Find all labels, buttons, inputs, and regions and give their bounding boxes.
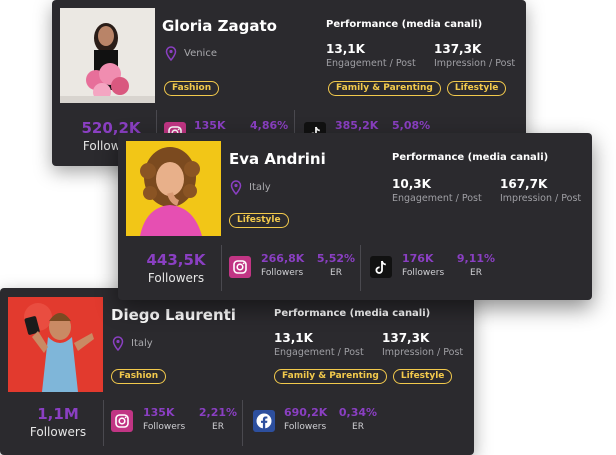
instagram-followers: 266,8K Followers xyxy=(261,252,304,278)
category-tag[interactable]: Family & Parenting xyxy=(274,369,387,384)
total-followers-label: Followers xyxy=(29,425,87,439)
location-pin-icon xyxy=(112,336,124,351)
category-tags: Lifestyle xyxy=(229,213,289,228)
engagement-value: 13,1K xyxy=(274,331,313,345)
tiktok-followers-label: Followers xyxy=(402,268,445,278)
category-tags: Fashion xyxy=(111,369,167,384)
impression-metric: 167,7K Impression / Post xyxy=(500,177,581,204)
instagram-er: 5,52% ER xyxy=(316,252,356,278)
tiktok-er-label: ER xyxy=(470,268,482,278)
engagement-label: Engagement / Post xyxy=(392,193,482,204)
performance-title: Performance (media canali) xyxy=(274,308,431,319)
instagram-er: 4,86% xyxy=(250,119,288,132)
influencer-name: Eva Andrini xyxy=(229,150,326,168)
category-tag[interactable]: Fashion xyxy=(164,81,220,96)
category-tag[interactable]: Lifestyle xyxy=(392,369,453,384)
instagram-followers-value: 266,8K xyxy=(261,252,305,265)
tiktok-followers-value: 385,2K xyxy=(335,119,379,132)
category-tag[interactable]: Lifestyle xyxy=(446,81,507,96)
influencer-card-eva[interactable]: Eva Andrini Italy Lifestyle Performance … xyxy=(118,133,592,300)
impression-value: 137,3K xyxy=(434,42,482,56)
performance-tags: Family & Parenting Lifestyle xyxy=(328,81,507,96)
location-text: Venice xyxy=(184,48,217,59)
total-followers: 443,5K Followers xyxy=(136,251,216,285)
instagram-er: 2,21% ER xyxy=(198,406,238,432)
influencer-name: Diego Laurenti xyxy=(111,306,236,324)
total-followers-value: 1,1M xyxy=(37,405,79,423)
divider xyxy=(221,245,222,291)
facebook-er-label: ER xyxy=(352,422,364,432)
divider xyxy=(103,400,104,446)
instagram-followers: 135K Followers xyxy=(143,406,185,432)
impression-metric: 137,3K Impression / Post xyxy=(434,42,515,69)
facebook-er: 0,34% ER xyxy=(338,406,378,432)
tiktok-er: 9,11% ER xyxy=(456,252,496,278)
facebook-icon[interactable] xyxy=(253,410,275,432)
instagram-er-value: 2,21% xyxy=(198,406,238,419)
impression-label: Impression / Post xyxy=(500,193,582,204)
divider xyxy=(360,245,361,291)
performance-tags: Family & Parenting Lifestyle xyxy=(274,369,453,384)
tiktok-er-value: 9,11% xyxy=(456,252,496,265)
total-followers-label: Followers xyxy=(147,271,205,285)
location: Italy xyxy=(112,336,153,351)
instagram-followers-label: Followers xyxy=(143,422,186,432)
profile-photo xyxy=(126,141,221,236)
total-followers: 1,1M Followers xyxy=(18,405,98,439)
engagement-value: 13,1K xyxy=(326,42,365,56)
instagram-icon[interactable] xyxy=(229,256,251,278)
engagement-value: 10,3K xyxy=(392,177,431,191)
performance-title: Performance (media canali) xyxy=(326,19,483,30)
category-tag[interactable]: Fashion xyxy=(111,369,167,384)
facebook-followers-value: 690,2K xyxy=(284,406,328,419)
impression-value: 137,3K xyxy=(382,331,430,345)
impression-label: Impression / Post xyxy=(382,347,464,358)
performance-title: Performance (media canali) xyxy=(392,152,549,163)
tiktok-followers-value: 176K xyxy=(402,252,434,265)
influencer-card-diego[interactable]: Diego Laurenti Italy Fashion Performance… xyxy=(0,288,474,455)
instagram-er-label: ER xyxy=(330,268,342,278)
tiktok-er-value: 5,08% xyxy=(392,119,431,132)
instagram-er-value: 4,86% xyxy=(250,119,289,132)
tiktok-followers: 385,2K xyxy=(335,119,378,132)
location-pin-icon xyxy=(230,180,242,195)
profile-photo xyxy=(60,8,155,103)
impression-value: 167,7K xyxy=(500,177,548,191)
engagement-label: Engagement / Post xyxy=(326,58,416,69)
engagement-metric: 10,3K Engagement / Post xyxy=(392,177,482,204)
facebook-er-value: 0,34% xyxy=(338,406,378,419)
category-tag[interactable]: Lifestyle xyxy=(229,213,289,228)
category-tag[interactable]: Family & Parenting xyxy=(328,81,441,96)
location: Venice xyxy=(165,46,217,61)
location-pin-icon xyxy=(165,46,177,61)
divider xyxy=(242,400,243,446)
tiktok-followers: 176K Followers xyxy=(402,252,444,278)
engagement-metric: 13,1K Engagement / Post xyxy=(274,331,364,358)
impression-label: Impression / Post xyxy=(434,58,516,69)
engagement-label: Engagement / Post xyxy=(274,347,364,358)
instagram-followers-label: Followers xyxy=(261,268,304,278)
instagram-followers: 135K xyxy=(194,119,226,132)
influencer-name: Gloria Zagato xyxy=(162,17,277,35)
instagram-er-label: ER xyxy=(212,422,224,432)
category-tags: Fashion xyxy=(164,81,220,96)
location-text: Italy xyxy=(249,182,271,193)
impression-metric: 137,3K Impression / Post xyxy=(382,331,463,358)
engagement-metric: 13,1K Engagement / Post xyxy=(326,42,416,69)
profile-photo xyxy=(8,297,103,392)
location-text: Italy xyxy=(131,338,153,349)
total-followers-value: 443,5K xyxy=(146,251,206,269)
facebook-followers-label: Followers xyxy=(284,422,327,432)
tiktok-er: 5,08% xyxy=(392,119,430,132)
instagram-followers-value: 135K xyxy=(194,119,226,132)
tiktok-icon[interactable] xyxy=(370,256,392,278)
instagram-icon[interactable] xyxy=(111,410,133,432)
instagram-followers-value: 135K xyxy=(143,406,175,419)
instagram-er-value: 5,52% xyxy=(316,252,356,265)
facebook-followers: 690,2K Followers xyxy=(284,406,327,432)
location: Italy xyxy=(230,180,271,195)
